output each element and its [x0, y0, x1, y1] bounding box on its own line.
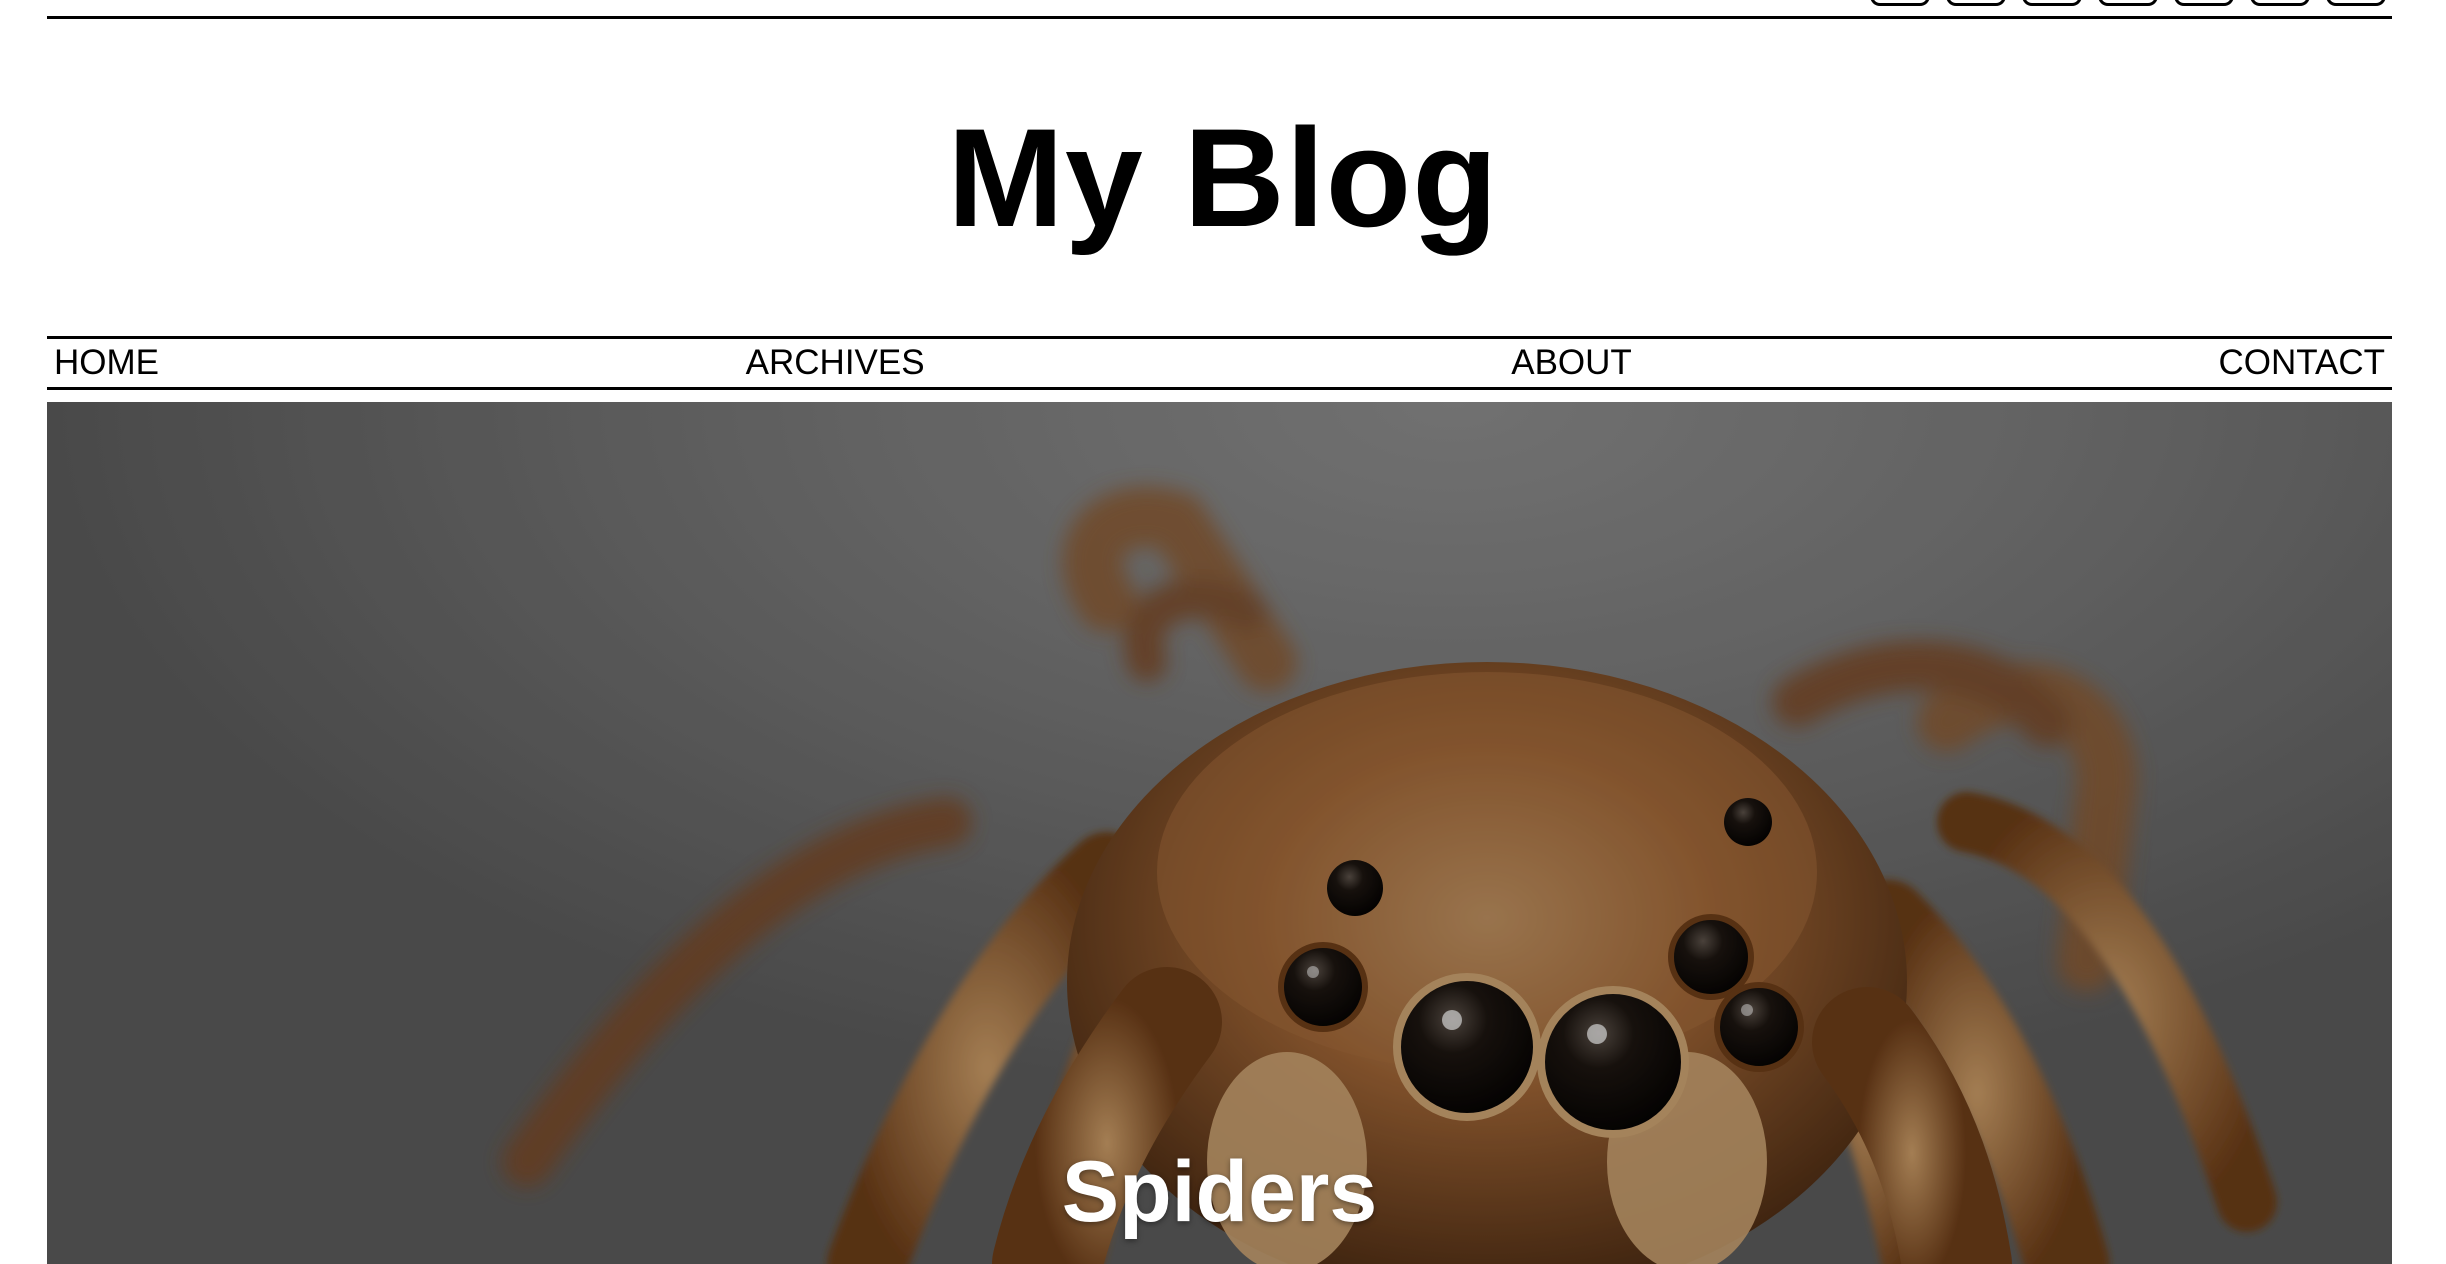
social-icon-6[interactable] — [2250, 0, 2310, 6]
top-bar — [47, 0, 2392, 19]
social-icon-7[interactable] — [2326, 0, 2386, 6]
social-links — [1870, 0, 2386, 6]
hero-overlay — [47, 402, 2392, 1264]
site-title[interactable]: My Blog — [0, 98, 2446, 258]
nav-home-link[interactable]: HOME — [54, 343, 159, 383]
nav-about-link[interactable]: ABOUT — [1511, 343, 1632, 383]
social-icon-2[interactable] — [1946, 0, 2006, 6]
social-icon-4[interactable] — [2098, 0, 2158, 6]
nav-archives-link[interactable]: ARCHIVES — [746, 343, 925, 383]
social-icon-5[interactable] — [2174, 0, 2234, 6]
social-icon-3[interactable] — [2022, 0, 2082, 6]
main-nav: HOME ARCHIVES ABOUT CONTACT — [47, 336, 2392, 390]
social-icon-1[interactable] — [1870, 0, 1930, 6]
hero-title[interactable]: Spiders — [47, 1142, 2392, 1242]
page: My Blog HOME ARCHIVES ABOUT CONTACT Spid… — [0, 0, 2446, 1264]
nav-contact-link[interactable]: CONTACT — [2218, 343, 2385, 383]
hero-banner[interactable]: Spiders — [47, 402, 2392, 1264]
